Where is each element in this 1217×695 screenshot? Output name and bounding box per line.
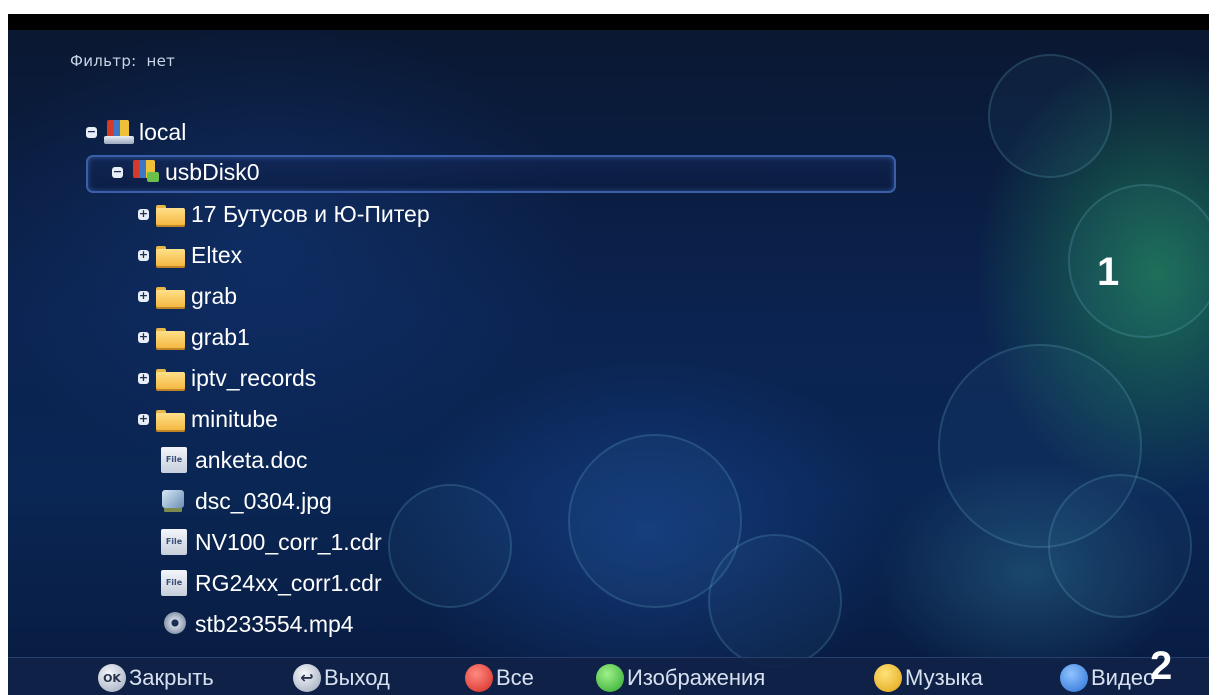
filter-images-label: Изображения: [627, 665, 766, 690]
file-icon: [157, 529, 191, 555]
media-browser-screen: Фильтр: нет − local − usbDisk0 + 17 Бутус…: [8, 14, 1209, 695]
local-drive-icon: [101, 119, 135, 145]
exit-button-label: Выход: [324, 665, 390, 690]
expand-toggle-icon[interactable]: +: [138, 208, 149, 220]
blue-key-icon: [1060, 664, 1088, 692]
image-file-icon: [157, 488, 191, 514]
tree-item-label: grab1: [191, 323, 250, 350]
tree-item-label: anketa.doc: [195, 446, 308, 473]
folder-icon: [153, 324, 187, 350]
file-icon: [157, 447, 191, 473]
tree-item-label: usbDisk0: [165, 158, 260, 185]
video-file-icon: [157, 611, 191, 637]
folder-icon: [153, 201, 187, 227]
collapse-toggle-icon[interactable]: −: [112, 166, 123, 178]
filter-music-button[interactable]: Музыка: [874, 664, 983, 692]
ok-key-icon: OK: [98, 664, 126, 692]
tree-item-local[interactable]: − local: [86, 112, 186, 152]
close-button[interactable]: OK Закрыть: [98, 664, 214, 692]
tree-item-file[interactable]: dsc_0304.jpg: [157, 481, 332, 521]
annotation-marker-2: 2: [1150, 644, 1173, 688]
tree-item-file[interactable]: anketa.doc: [157, 440, 308, 480]
back-key-icon: [293, 664, 321, 692]
file-icon: [157, 570, 191, 596]
tree-item-label: dsc_0304.jpg: [195, 487, 332, 514]
background-bubble: [1048, 474, 1192, 618]
usb-disk-icon: [127, 159, 161, 185]
tree-item-folder[interactable]: + Eltex: [138, 235, 242, 275]
tree-item-label: 17 Бутусов и Ю-Питер: [191, 200, 430, 227]
tree-item-label: NV100_corr_1.cdr: [195, 528, 382, 555]
tree-item-label: RG24xx_corr1.cdr: [195, 569, 382, 596]
tree-item-label: stb233554.mp4: [195, 610, 354, 637]
tree-item-usbdisk0[interactable]: − usbDisk0: [86, 152, 896, 193]
tree-item-label: iptv_records: [191, 364, 317, 391]
bottom-action-bar: OK Закрыть Выход Все Изображения Музыка …: [8, 657, 1209, 695]
filter-label: Фильтр:: [70, 52, 137, 70]
tree-item-folder[interactable]: + iptv_records: [138, 358, 316, 398]
filter-all-button[interactable]: Все: [465, 664, 534, 692]
expand-toggle-icon[interactable]: +: [138, 413, 149, 425]
yellow-key-icon: [874, 664, 902, 692]
green-key-icon: [596, 664, 624, 692]
filter-all-label: Все: [496, 665, 534, 690]
tree-item-file[interactable]: NV100_corr_1.cdr: [157, 522, 382, 562]
tree-item-label: Eltex: [191, 241, 243, 268]
filter-video-label: Видео: [1091, 665, 1156, 690]
tree-item-label: grab: [191, 282, 238, 309]
collapse-toggle-icon[interactable]: −: [86, 126, 97, 138]
tree-item-folder[interactable]: + grab1: [138, 317, 250, 357]
annotation-marker-1: 1: [1097, 250, 1120, 294]
tree-item-folder[interactable]: + 17 Бутусов и Ю-Питер: [138, 194, 430, 234]
filter-status: Фильтр: нет: [70, 52, 185, 70]
red-key-icon: [465, 664, 493, 692]
folder-icon: [153, 365, 187, 391]
expand-toggle-icon[interactable]: +: [138, 331, 149, 343]
tree-item-label: local: [139, 118, 187, 145]
filter-value: нет: [146, 52, 176, 70]
background-bubble: [388, 484, 512, 608]
filter-video-button[interactable]: Видео: [1060, 664, 1155, 692]
close-button-label: Закрыть: [129, 665, 214, 690]
folder-icon: [153, 242, 187, 268]
tree-item-file[interactable]: stb233554.mp4: [157, 604, 354, 644]
background-bubble: [988, 54, 1112, 178]
filter-music-label: Музыка: [905, 665, 983, 690]
background-bubble: [708, 534, 842, 668]
expand-toggle-icon[interactable]: +: [138, 372, 149, 384]
folder-icon: [153, 406, 187, 432]
exit-button[interactable]: Выход: [293, 664, 390, 692]
top-black-strip: [8, 14, 1209, 30]
expand-toggle-icon[interactable]: +: [138, 290, 149, 302]
expand-toggle-icon[interactable]: +: [138, 249, 149, 261]
tree-item-label: minitube: [191, 405, 278, 432]
tree-item-folder[interactable]: + minitube: [138, 399, 278, 439]
filter-images-button[interactable]: Изображения: [596, 664, 765, 692]
folder-icon: [153, 283, 187, 309]
tree-item-file[interactable]: RG24xx_corr1.cdr: [157, 563, 382, 603]
tree-item-folder[interactable]: + grab: [138, 276, 237, 316]
background-bubble: [1068, 184, 1209, 338]
